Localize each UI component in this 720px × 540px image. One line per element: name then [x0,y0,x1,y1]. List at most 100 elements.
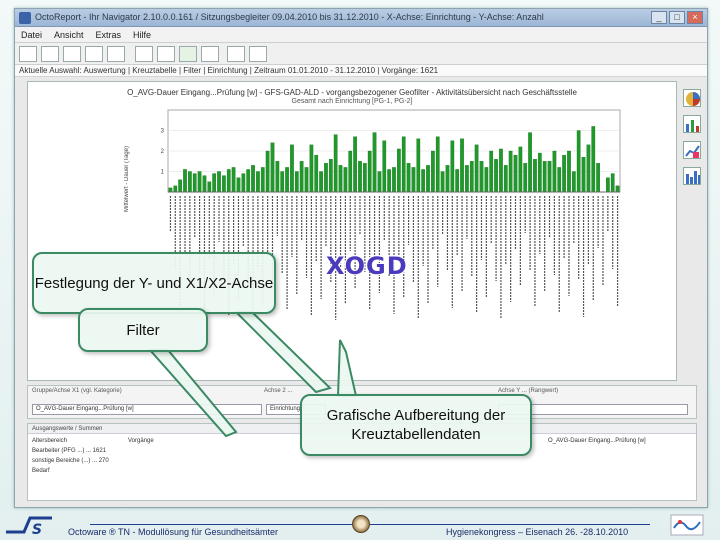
bar[interactable] [358,161,362,193]
excel-export-icon[interactable] [179,46,197,62]
bar[interactable] [537,152,542,193]
bar[interactable] [596,163,600,193]
bar[interactable] [605,177,610,193]
chart-icon[interactable] [157,46,175,62]
bar[interactable] [392,167,396,193]
close-button[interactable]: × [687,11,703,24]
print-icon[interactable] [107,46,125,62]
bar[interactable] [469,161,474,193]
bar[interactable] [207,181,212,193]
bar[interactable] [397,148,401,193]
bar[interactable] [455,169,460,193]
bar[interactable] [212,173,217,193]
back-icon[interactable] [19,46,37,62]
pie-chart-icon[interactable] [683,89,701,107]
bar[interactable] [217,171,221,193]
bar[interactable] [222,175,226,193]
bar[interactable] [260,167,265,193]
pdf-export-icon[interactable] [227,46,245,62]
bar[interactable] [188,171,192,193]
bar[interactable] [280,171,285,193]
bar[interactable] [484,167,489,193]
bar[interactable] [508,150,513,193]
bar[interactable] [513,154,518,193]
bar[interactable] [173,185,178,193]
bar[interactable] [324,163,328,193]
bar[interactable] [372,132,377,193]
table-icon[interactable] [135,46,153,62]
bar[interactable] [542,161,547,193]
bar[interactable] [479,161,484,193]
bar[interactable] [333,134,338,193]
bar[interactable] [348,150,353,193]
bar[interactable] [241,173,246,193]
bar[interactable] [528,132,532,193]
bar[interactable] [489,150,494,193]
bar[interactable] [362,163,367,193]
bar[interactable] [523,163,528,193]
bar[interactable] [581,157,586,193]
bar[interactable] [226,169,231,193]
bar[interactable] [299,161,304,193]
maximize-button[interactable]: □ [669,11,685,24]
bar[interactable] [440,171,445,193]
bar[interactable] [309,144,314,193]
menu-help[interactable]: Hilfe [133,30,151,40]
bar[interactable] [178,179,183,193]
bar[interactable] [503,165,508,193]
bar[interactable] [552,150,557,193]
bar[interactable] [591,126,596,193]
bar[interactable] [610,173,615,193]
bar[interactable] [236,177,241,193]
bar[interactable] [304,167,309,193]
bar[interactable] [533,159,537,193]
bar[interactable] [435,136,440,193]
bar[interactable] [275,161,280,193]
bar[interactable] [367,150,372,193]
bar[interactable] [445,165,450,193]
menu-file[interactable]: Datei [21,30,42,40]
bar[interactable] [231,167,236,193]
word-export-icon[interactable] [201,46,219,62]
menu-view[interactable]: Ansicht [54,30,84,40]
home-icon[interactable] [85,46,103,62]
bar[interactable] [294,171,299,193]
line-chart-icon[interactable] [683,141,701,159]
bar[interactable] [557,167,562,193]
bar[interactable] [319,171,323,193]
bar[interactable] [411,167,416,193]
bar[interactable] [499,148,503,193]
bar[interactable] [265,150,270,193]
bar[interactable] [338,165,343,193]
forward-icon[interactable] [41,46,59,62]
bar[interactable] [567,150,571,193]
bar[interactable] [431,150,435,193]
image-export-icon[interactable] [249,46,267,62]
bar[interactable] [377,171,382,193]
bar[interactable] [197,171,202,193]
bar[interactable] [421,169,426,193]
bar[interactable] [518,146,523,193]
bar[interactable] [426,165,430,193]
bar-chart-icon[interactable] [683,115,701,133]
bar[interactable] [183,169,187,193]
bar[interactable] [343,167,348,193]
bar[interactable] [562,154,566,193]
bar[interactable] [474,144,479,193]
bar[interactable] [285,167,289,193]
bar[interactable] [460,138,464,193]
bar[interactable] [494,159,498,193]
x-axis-select[interactable]: O_AVG-Dauer Eingang...Prüfung [w] [32,404,262,415]
bar[interactable] [586,144,591,193]
bar[interactable] [401,136,406,193]
bar[interactable] [571,171,576,193]
bar[interactable] [202,175,207,193]
bar[interactable] [192,173,197,193]
bar[interactable] [168,187,173,193]
bar[interactable] [450,140,455,193]
column-chart-icon[interactable] [683,167,701,185]
bar[interactable] [246,169,251,193]
bar[interactable] [353,136,357,193]
refresh-icon[interactable] [63,46,81,62]
bar[interactable] [576,130,581,193]
